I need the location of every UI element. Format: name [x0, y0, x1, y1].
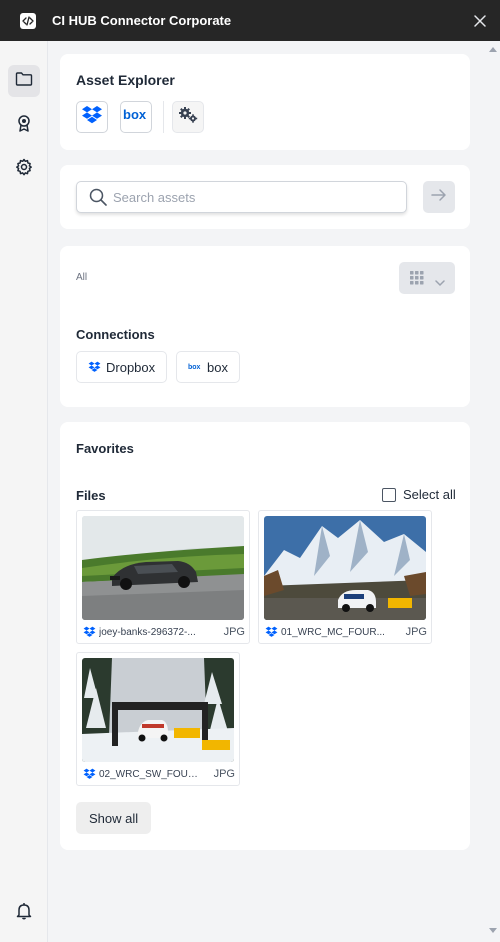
favorites-panel: Favorites Files Select all joey-banks-29… [60, 422, 470, 850]
sidebar-item-settings[interactable] [8, 153, 40, 185]
connection-label: Dropbox [106, 359, 156, 375]
file-card[interactable]: 02_WRC_SW_FOUR... JPG [76, 652, 240, 786]
files-title: Files [76, 488, 106, 503]
search-icon [89, 188, 107, 206]
sidebar-item-asset-explorer[interactable] [8, 65, 40, 97]
select-all-checkbox[interactable]: Select all [382, 487, 456, 502]
show-all-button[interactable]: Show all [76, 802, 152, 834]
asset-explorer-panel: Asset Explorer box [60, 54, 470, 150]
gear-icon [15, 158, 33, 181]
connection-label: box [207, 359, 228, 375]
select-all-label: Select all [403, 487, 456, 502]
file-type: JPG [213, 768, 235, 780]
scrollbar[interactable] [486, 41, 500, 942]
svg-text:box: box [188, 364, 201, 371]
checkbox[interactable] [382, 487, 396, 502]
divider [163, 101, 164, 133]
provider-dropbox-button[interactable] [76, 101, 108, 133]
box-icon: box [123, 107, 149, 127]
arrow-right-icon [431, 188, 447, 207]
dropbox-icon [265, 626, 278, 638]
main-content: Asset Explorer box Search assets All Con… [48, 41, 486, 942]
file-card[interactable]: joey-banks-296372-... JPG [76, 510, 250, 644]
svg-text:box: box [123, 108, 147, 122]
code-icon [20, 13, 36, 29]
dropbox-icon [83, 768, 96, 780]
search-field[interactable] [76, 181, 407, 213]
search-panel [60, 165, 470, 229]
scope-label: All [76, 272, 88, 283]
notifications-button[interactable] [8, 897, 40, 929]
box-icon: box [188, 363, 202, 371]
file-type: JPG [405, 626, 427, 638]
chevron-down-icon [435, 274, 445, 292]
file-thumbnail [82, 658, 234, 762]
sidebar [0, 41, 48, 942]
file-meta: 01_WRC_MC_FOUR... JPG [265, 625, 427, 639]
file-thumbnail [82, 516, 244, 620]
scroll-down-icon[interactable] [489, 928, 497, 933]
dropbox-icon [81, 105, 103, 130]
file-name: joey-banks-296372-... [99, 626, 196, 638]
gears-icon [177, 106, 199, 129]
connection-box[interactable]: box box [176, 351, 240, 383]
grid-icon [410, 271, 424, 290]
scroll-up-icon[interactable] [489, 47, 497, 52]
file-name: 02_WRC_SW_FOUR... [99, 768, 201, 780]
file-meta: 02_WRC_SW_FOUR... JPG [83, 767, 235, 781]
file-type: JPG [223, 626, 245, 638]
dropbox-icon [88, 361, 101, 373]
provider-box-button[interactable]: box [120, 101, 152, 133]
sidebar-item-awards[interactable] [8, 109, 40, 141]
bell-icon [16, 902, 32, 925]
connections-title: Connections [76, 327, 155, 342]
favorites-title: Favorites [76, 441, 134, 456]
search-submit-button[interactable] [423, 181, 455, 213]
award-icon [16, 114, 32, 137]
close-icon[interactable] [472, 13, 488, 29]
window-title: CI HUB Connector Corporate [52, 13, 232, 28]
connections-panel: All Connections Dropbox box box [60, 246, 470, 407]
folder-icon [15, 71, 33, 92]
provider-settings-button[interactable] [172, 101, 204, 133]
title-bar: CI HUB Connector Corporate [0, 0, 500, 41]
file-thumbnail [264, 516, 426, 620]
file-name: 01_WRC_MC_FOUR... [281, 626, 385, 638]
view-mode-dropdown[interactable] [399, 262, 455, 294]
asset-explorer-title: Asset Explorer [76, 72, 175, 88]
file-card[interactable]: 01_WRC_MC_FOUR... JPG [258, 510, 432, 644]
connection-dropbox[interactable]: Dropbox [76, 351, 168, 383]
dropbox-icon [83, 626, 96, 638]
search-input[interactable] [113, 189, 393, 205]
file-meta: joey-banks-296372-... JPG [83, 625, 245, 639]
